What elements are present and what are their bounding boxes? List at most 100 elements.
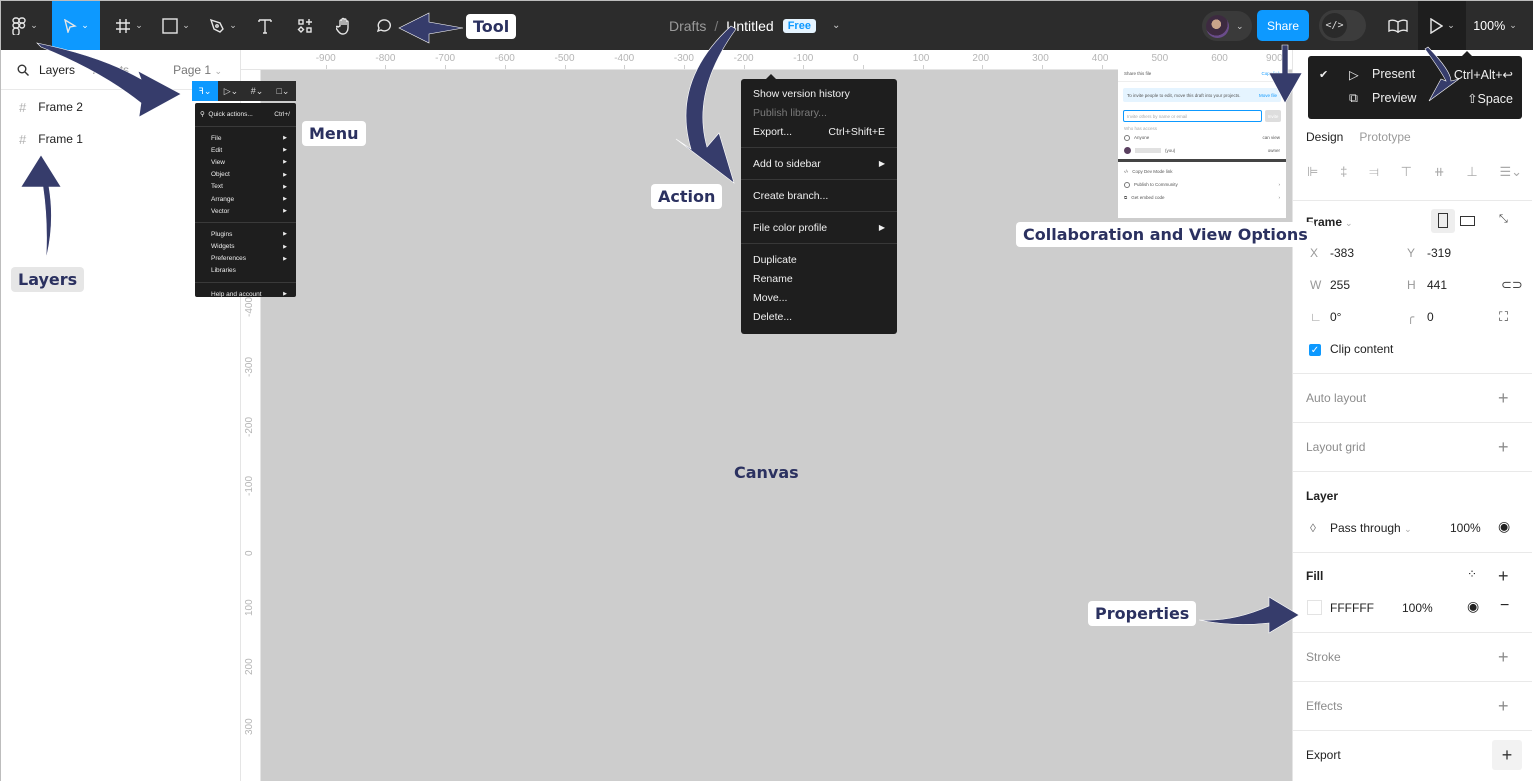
corner-radius-field[interactable]: ╭ 0: [1407, 310, 1434, 324]
eye-icon[interactable]: ◉: [1498, 518, 1510, 535]
file-menu-item[interactable]: Show version history: [741, 84, 897, 103]
layer-opacity-field[interactable]: 100%: [1450, 521, 1481, 535]
width-field[interactable]: W 255: [1310, 278, 1350, 292]
publish-to-community[interactable]: Publish to Community ›: [1118, 178, 1286, 191]
height-field[interactable]: H 441: [1407, 278, 1447, 292]
multiplayer-avatar-button[interactable]: ⌄: [1202, 11, 1252, 41]
main-menu-item[interactable]: Libraries: [195, 265, 296, 277]
search-icon[interactable]: [17, 64, 29, 76]
main-menu-item[interactable]: Edit ▶: [195, 144, 296, 156]
invite-button[interactable]: Invite: [1265, 110, 1281, 122]
landscape-orientation-button[interactable]: [1460, 216, 1475, 226]
layer-section-title: Layer: [1306, 489, 1339, 503]
resources-tool-button[interactable]: [291, 1, 319, 50]
shape-tool-button[interactable]: ⌄: [156, 1, 196, 50]
constrain-proportions-icon[interactable]: ⊂⊃: [1501, 277, 1523, 293]
file-menu-item[interactable]: File color profile ▶: [741, 218, 897, 237]
comment-tool-button[interactable]: [369, 1, 397, 50]
mini-shape-button[interactable]: □⌄: [270, 81, 296, 101]
align-right-icon[interactable]: ⫤: [1369, 164, 1379, 180]
zoom-level-dropdown[interactable]: 100% ⌄: [1473, 1, 1517, 50]
align-bottom-icon[interactable]: ⊥: [1466, 164, 1477, 180]
breadcrumb-drafts[interactable]: Drafts: [669, 18, 706, 34]
align-top-icon[interactable]: ⊤: [1401, 164, 1412, 180]
copy-link-button[interactable]: Copy link: [1261, 71, 1280, 76]
preview-option[interactable]: ⧉ Preview ⇧Space: [1308, 86, 1522, 110]
dev-mode-toggle[interactable]: </>: [1319, 10, 1366, 41]
rotation-value: 0°: [1330, 310, 1342, 324]
main-menu-item[interactable]: Vector ▶: [195, 205, 296, 217]
align-left-icon[interactable]: ⊫: [1307, 164, 1318, 180]
main-menu-item[interactable]: Text ▶: [195, 181, 296, 193]
main-menu-item[interactable]: Help and account ▶: [195, 288, 296, 300]
eye-icon[interactable]: ◉: [1467, 598, 1479, 615]
access-row-anyone[interactable]: Anyone can view: [1118, 131, 1286, 144]
file-menu-item[interactable]: Add to sidebar ▶: [741, 154, 897, 173]
x-field[interactable]: X -383: [1310, 246, 1354, 260]
tab-assets[interactable]: Assets: [93, 63, 129, 77]
move-tool-button[interactable]: ⌄: [52, 1, 100, 50]
styles-grid-icon[interactable]: ⁘: [1467, 567, 1477, 581]
copy-dev-mode-link[interactable]: ‹/› Copy Dev Mode link: [1118, 165, 1286, 178]
file-menu-item[interactable]: Delete...: [741, 307, 897, 326]
comment-icon: [376, 18, 391, 32]
fill-hex-field[interactable]: FFFFFF: [1330, 601, 1374, 615]
mini-frame-button[interactable]: #⌄: [244, 81, 270, 101]
present-option[interactable]: ✔ ▷ Present Ctrl+Alt+↩: [1308, 62, 1522, 86]
add-export-button[interactable]: +: [1492, 740, 1522, 770]
pen-tool-button[interactable]: ⌄: [203, 1, 243, 50]
resize-to-fit-icon[interactable]: ⤡: [1499, 213, 1508, 226]
hand-tool-button[interactable]: [330, 1, 358, 50]
add-auto-layout-icon[interactable]: +: [1498, 389, 1509, 407]
blend-mode-dropdown[interactable]: Pass through ⌄: [1330, 521, 1412, 535]
distribute-icon[interactable]: ☰⌄: [1499, 164, 1522, 180]
main-menu-item[interactable]: Preferences ▶: [195, 253, 296, 265]
add-fill-icon[interactable]: +: [1498, 567, 1509, 585]
fill-opacity-field[interactable]: 100%: [1402, 601, 1433, 615]
main-menu-item[interactable]: Widgets ▶: [195, 241, 296, 253]
layer-name: Frame 2: [38, 100, 83, 114]
file-menu-item[interactable]: Rename: [741, 269, 897, 288]
present-button[interactable]: ⌄: [1418, 1, 1466, 50]
move-file-link[interactable]: Move file: [1259, 93, 1277, 98]
mini-main-menu-button[interactable]: ꟻ⌄: [192, 81, 218, 101]
add-stroke-icon[interactable]: +: [1498, 648, 1509, 666]
tab-design[interactable]: Design: [1306, 130, 1343, 144]
file-title[interactable]: Untitled: [726, 18, 773, 34]
ruler-tick-label: 300: [244, 718, 255, 736]
file-menu-item[interactable]: Create branch...: [741, 186, 897, 205]
fill-color-swatch[interactable]: [1307, 600, 1322, 615]
file-menu-item[interactable]: Duplicate: [741, 250, 897, 269]
frame-tool-button[interactable]: ⌄: [109, 1, 149, 50]
h-value: 441: [1427, 278, 1448, 292]
tab-layers[interactable]: Layers: [39, 63, 75, 77]
clip-content-checkbox[interactable]: ✓: [1309, 344, 1321, 356]
page-selector[interactable]: Page 1 ⌄: [173, 63, 222, 77]
mini-move-button[interactable]: ▷⌄: [218, 81, 244, 101]
rotation-field[interactable]: ∟ 0°: [1310, 310, 1341, 324]
align-horizontal-center-icon[interactable]: ‡: [1340, 164, 1347, 180]
main-menu-item[interactable]: Arrange ▶: [195, 193, 296, 205]
main-menu-item[interactable]: File ▶: [195, 132, 296, 144]
remove-fill-icon[interactable]: −: [1500, 597, 1509, 615]
main-menu-item[interactable]: View ▶: [195, 156, 296, 168]
main-menu-item[interactable]: Plugins ▶: [195, 228, 296, 240]
y-field[interactable]: Y -319: [1407, 246, 1451, 260]
library-button[interactable]: [1384, 1, 1412, 50]
quick-actions-item[interactable]: ⚲ Quick actions... Ctrl+/: [195, 107, 296, 121]
add-layout-grid-icon[interactable]: +: [1498, 438, 1509, 456]
share-button[interactable]: Share: [1257, 10, 1309, 41]
menu-item-label: Publish library...: [753, 106, 827, 119]
independent-corners-icon[interactable]: ⛶: [1499, 309, 1508, 325]
add-effect-icon[interactable]: +: [1498, 697, 1509, 715]
file-menu-chevron-icon[interactable]: ⌄: [832, 20, 840, 31]
get-embed-code[interactable]: ⧉ Get embed code ›: [1118, 191, 1286, 204]
tab-prototype[interactable]: Prototype: [1359, 130, 1410, 144]
file-menu-item[interactable]: Export... Ctrl+Shift+E: [741, 122, 897, 141]
invite-input[interactable]: Invite others by name or email: [1123, 110, 1262, 122]
align-vertical-center-icon[interactable]: ⧺: [1434, 164, 1445, 180]
main-menu-button[interactable]: ⌄: [5, 1, 45, 50]
main-menu-item[interactable]: Object ▶: [195, 169, 296, 181]
text-tool-button[interactable]: [251, 1, 279, 50]
file-menu-item[interactable]: Move...: [741, 288, 897, 307]
